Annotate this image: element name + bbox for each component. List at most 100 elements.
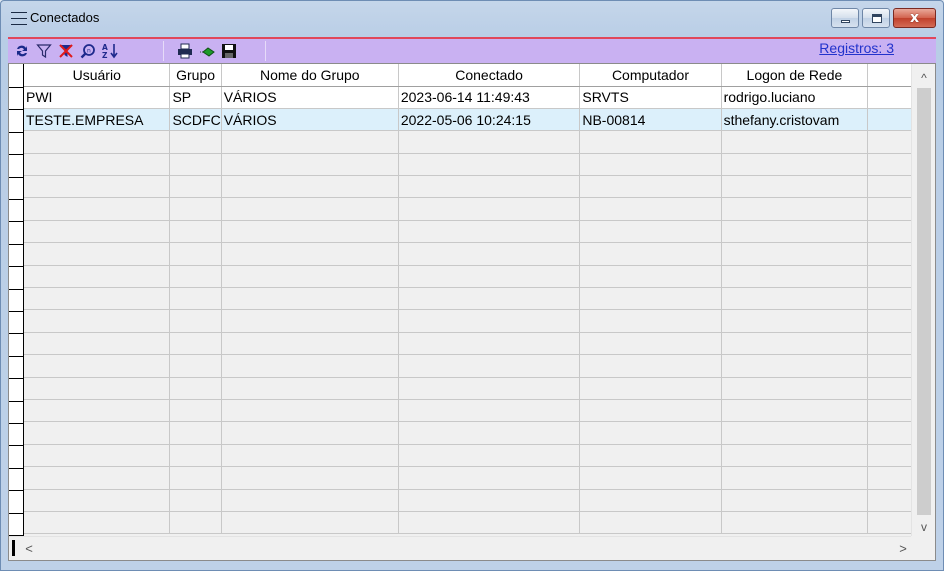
table-cell[interactable]: rodrigo.luciano xyxy=(721,86,869,109)
table-cell[interactable]: SP xyxy=(169,86,222,109)
table-cell[interactable]: NB-00814 xyxy=(579,108,722,132)
empty-cell[interactable] xyxy=(579,220,722,244)
search-button[interactable]: n xyxy=(78,41,98,61)
table-cell[interactable]: PWI xyxy=(24,86,171,109)
empty-cell[interactable] xyxy=(398,220,581,244)
empty-cell[interactable] xyxy=(24,354,171,378)
empty-cell[interactable] xyxy=(721,489,869,512)
empty-cell[interactable] xyxy=(24,444,171,468)
close-button[interactable]: x xyxy=(893,8,936,28)
table-row[interactable] xyxy=(24,466,912,490)
table-row[interactable] xyxy=(24,421,912,445)
empty-cell[interactable] xyxy=(398,130,581,154)
empty-cell[interactable] xyxy=(721,130,869,154)
filter-button[interactable] xyxy=(34,41,54,61)
empty-cell[interactable] xyxy=(721,309,869,333)
empty-cell[interactable] xyxy=(579,444,722,468)
empty-cell[interactable] xyxy=(721,332,869,356)
table-row[interactable] xyxy=(24,153,912,177)
empty-cell[interactable] xyxy=(169,489,222,512)
empty-cell[interactable] xyxy=(579,309,722,333)
empty-cell[interactable] xyxy=(721,220,869,244)
empty-cell[interactable] xyxy=(221,421,399,445)
empty-cell[interactable] xyxy=(221,354,399,378)
empty-cell[interactable] xyxy=(221,153,399,177)
empty-cell[interactable] xyxy=(169,220,222,244)
export-button[interactable] xyxy=(197,41,217,61)
empty-cell[interactable] xyxy=(169,197,222,221)
scroll-down-button[interactable]: v xyxy=(912,517,936,537)
vertical-scroll-thumb[interactable] xyxy=(917,88,931,515)
maximize-button[interactable] xyxy=(862,8,890,28)
horizontal-scrollbar[interactable]: < > xyxy=(9,536,912,560)
empty-cell[interactable] xyxy=(169,332,222,356)
empty-cell[interactable] xyxy=(221,265,399,289)
sort-button[interactable]: AZ xyxy=(100,41,120,61)
title-bar[interactable]: Conectados x xyxy=(1,1,943,37)
table-row[interactable] xyxy=(24,175,912,199)
table-row[interactable] xyxy=(24,511,912,535)
table-cell[interactable]: VÁRIOS xyxy=(221,108,399,132)
table-cell[interactable]: VÁRIOS xyxy=(221,86,399,109)
table-row[interactable] xyxy=(24,444,912,468)
empty-cell[interactable] xyxy=(721,444,869,468)
empty-cell[interactable] xyxy=(221,242,399,266)
empty-cell[interactable] xyxy=(579,354,722,378)
table-row[interactable] xyxy=(24,197,912,221)
empty-cell[interactable] xyxy=(579,421,722,445)
table-row[interactable] xyxy=(24,332,912,356)
empty-cell[interactable] xyxy=(169,421,222,445)
empty-cell[interactable] xyxy=(398,265,581,289)
empty-cell[interactable] xyxy=(24,175,171,199)
empty-cell[interactable] xyxy=(24,399,171,423)
empty-cell[interactable] xyxy=(579,511,722,535)
empty-cell[interactable] xyxy=(221,287,399,311)
empty-cell[interactable] xyxy=(579,153,722,177)
empty-cell[interactable] xyxy=(169,242,222,266)
empty-cell[interactable] xyxy=(169,130,222,154)
empty-cell[interactable] xyxy=(221,175,399,199)
empty-cell[interactable] xyxy=(579,175,722,199)
empty-cell[interactable] xyxy=(398,444,581,468)
empty-cell[interactable] xyxy=(579,265,722,289)
table-cell[interactable]: SRVTS xyxy=(579,86,722,109)
clear-filter-button[interactable] xyxy=(56,41,76,61)
empty-cell[interactable] xyxy=(221,220,399,244)
empty-cell[interactable] xyxy=(24,153,171,177)
empty-cell[interactable] xyxy=(24,265,171,289)
empty-cell[interactable] xyxy=(398,377,581,400)
empty-cell[interactable] xyxy=(169,309,222,333)
table-row[interactable] xyxy=(24,242,912,266)
empty-cell[interactable] xyxy=(24,242,171,266)
table-cell[interactable]: 2022-05-06 10:24:15 xyxy=(398,108,581,132)
table-row[interactable] xyxy=(24,399,912,423)
table-row[interactable] xyxy=(24,220,912,244)
scroll-left-button[interactable]: < xyxy=(19,537,39,560)
empty-cell[interactable] xyxy=(221,197,399,221)
empty-cell[interactable] xyxy=(721,421,869,445)
table-row[interactable] xyxy=(24,287,912,311)
empty-cell[interactable] xyxy=(398,332,581,356)
empty-cell[interactable] xyxy=(24,130,171,154)
empty-cell[interactable] xyxy=(721,354,869,378)
empty-cell[interactable] xyxy=(169,399,222,423)
registros-link[interactable]: Registros: 3 xyxy=(819,40,894,56)
empty-cell[interactable] xyxy=(221,377,399,400)
empty-cell[interactable] xyxy=(24,332,171,356)
empty-cell[interactable] xyxy=(398,287,581,311)
empty-cell[interactable] xyxy=(398,466,581,490)
empty-cell[interactable] xyxy=(221,332,399,356)
empty-cell[interactable] xyxy=(169,175,222,199)
empty-cell[interactable] xyxy=(721,153,869,177)
empty-cell[interactable] xyxy=(398,354,581,378)
empty-cell[interactable] xyxy=(398,175,581,199)
empty-cell[interactable] xyxy=(398,421,581,445)
empty-cell[interactable] xyxy=(169,153,222,177)
empty-cell[interactable] xyxy=(579,242,722,266)
column-header-grupo[interactable]: Grupo xyxy=(169,64,222,87)
empty-cell[interactable] xyxy=(24,466,171,490)
empty-cell[interactable] xyxy=(169,377,222,400)
refresh-button[interactable] xyxy=(12,41,32,61)
empty-cell[interactable] xyxy=(721,377,869,400)
empty-cell[interactable] xyxy=(169,265,222,289)
